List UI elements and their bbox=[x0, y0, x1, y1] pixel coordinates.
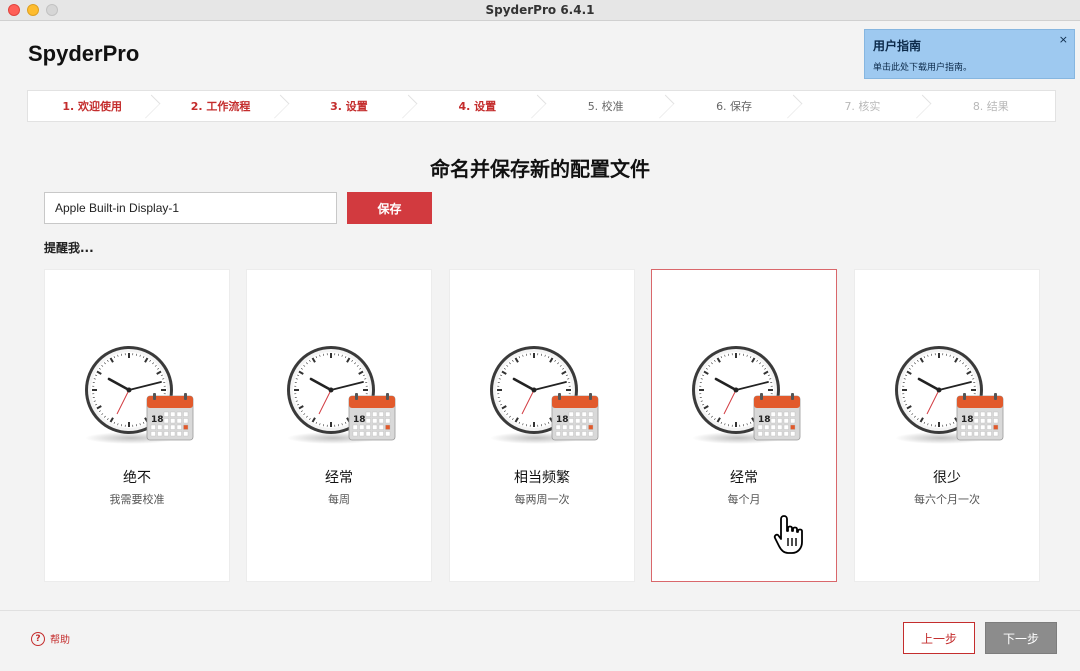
window-controls bbox=[8, 4, 58, 16]
user-guide-banner[interactable]: 用户指南 单击此处下载用户指南。 × bbox=[864, 29, 1075, 79]
reminder-option-title: 绝不 bbox=[123, 470, 151, 486]
step-welcome: 1. 欢迎使用 bbox=[28, 91, 156, 121]
clock-calendar-icon: 18 bbox=[895, 346, 1004, 444]
svg-text:18: 18 bbox=[151, 415, 164, 425]
help-link[interactable]: ? 帮助 bbox=[31, 631, 70, 646]
close-icon[interactable]: × bbox=[1059, 33, 1068, 46]
step-save: 6. 保存 bbox=[670, 91, 798, 121]
app-logo: SpyderPro bbox=[28, 41, 140, 66]
window-titlebar: SpyderPro 6.4.1 bbox=[0, 0, 1080, 21]
zoom-window-button[interactable] bbox=[46, 4, 58, 16]
hand-pointer-cursor-icon bbox=[773, 515, 803, 554]
step-calibrate: 5. 校准 bbox=[542, 91, 670, 121]
step-settings-1: 3. 设置 bbox=[285, 91, 413, 121]
step-settings-2: 4. 设置 bbox=[413, 91, 541, 121]
step-results: 8. 结果 bbox=[972, 100, 1009, 113]
svg-text:18: 18 bbox=[353, 415, 366, 425]
profile-name-input[interactable] bbox=[44, 192, 337, 224]
reminder-option-weekly[interactable]: 18 经常 每周 bbox=[246, 269, 432, 582]
reminder-option-subtitle: 每周 bbox=[328, 493, 350, 506]
remind-me-label: 提醒我... bbox=[44, 241, 94, 255]
close-window-button[interactable] bbox=[8, 4, 20, 16]
window-title: SpyderPro 6.4.1 bbox=[485, 3, 595, 17]
reminder-option-subtitle: 每个月 bbox=[727, 493, 761, 506]
reminder-option-rarely[interactable]: 18 很少 每六个月一次 bbox=[854, 269, 1040, 582]
step-verify: 7. 核实 bbox=[798, 91, 926, 121]
reminder-option-subtitle: 每六个月一次 bbox=[914, 493, 980, 506]
reminder-option-subtitle: 我需要校准 bbox=[109, 493, 165, 506]
svg-text:18: 18 bbox=[556, 415, 569, 425]
back-button[interactable]: 上一步 bbox=[903, 622, 975, 654]
reminder-option-subtitle: 每两周一次 bbox=[514, 493, 570, 506]
clock-calendar-icon: 18 bbox=[490, 346, 599, 444]
step-workflow: 2. 工作流程 bbox=[156, 91, 284, 121]
save-button[interactable]: 保存 bbox=[347, 192, 432, 224]
clock-calendar-icon: 18 bbox=[287, 346, 396, 444]
reminder-option-never[interactable]: 18 绝不 我需要校准 bbox=[44, 269, 230, 582]
svg-text:18: 18 bbox=[758, 415, 771, 425]
help-icon: ? bbox=[31, 631, 45, 646]
next-button[interactable]: 下一步 bbox=[985, 622, 1057, 654]
reminder-option-biweekly[interactable]: 18 相当频繁 每两周一次 bbox=[449, 269, 635, 582]
minimize-window-button[interactable] bbox=[27, 4, 39, 16]
help-label: 帮助 bbox=[50, 635, 70, 646]
svg-text:18: 18 bbox=[961, 415, 974, 425]
clock-calendar-icon: 18 bbox=[85, 346, 194, 444]
reminder-option-monthly[interactable]: 18 经常 每个月 bbox=[651, 269, 837, 582]
clock-calendar-icon: 18 bbox=[692, 346, 801, 444]
reminder-option-title: 经常 bbox=[730, 470, 758, 486]
reminder-option-title: 很少 bbox=[933, 470, 961, 486]
user-guide-subtitle: 单击此处下载用户指南。 bbox=[873, 63, 973, 73]
page-title: 命名并保存新的配置文件 bbox=[430, 157, 650, 181]
reminder-option-title: 相当频繁 bbox=[514, 470, 570, 486]
reminder-option-title: 经常 bbox=[325, 470, 353, 486]
wizard-steps: 1. 欢迎使用 2. 工作流程 3. 设置 4. 设置 5. 校准 6. 保存 … bbox=[27, 90, 1056, 122]
user-guide-title: 用户指南 bbox=[873, 39, 922, 53]
